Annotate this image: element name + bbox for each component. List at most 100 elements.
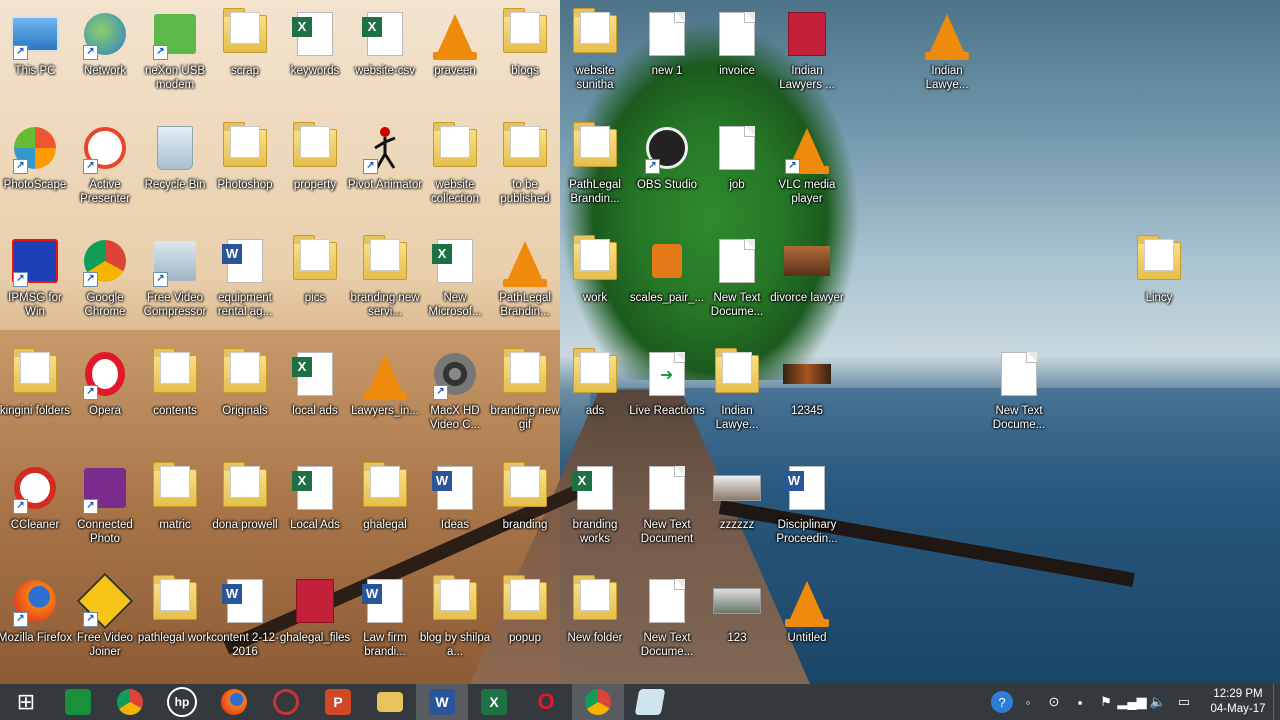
desktop-icon-google-chrome[interactable]: ↗ Google Chrome <box>70 235 140 345</box>
taskbar-hp[interactable]: hp <box>156 684 208 720</box>
desktop-icon-pathlegal-work[interactable]: pathlegal work <box>138 575 212 684</box>
desktop-icon-contents[interactable]: contents <box>140 348 210 458</box>
desktop-icon-blog-by-shilpa[interactable]: blog by shilpa a... <box>420 575 490 684</box>
desktop-icon-scales-pair[interactable]: scales_pair_... <box>630 235 704 345</box>
desktop-icon-local-ads[interactable]: X Local Ads <box>280 462 350 572</box>
desktop-icon-blogs[interactable]: blogs <box>490 8 560 118</box>
desktop-icon-to-be-published[interactable]: to be published <box>490 122 560 232</box>
tray-expand-icon[interactable]: ◦ <box>1017 691 1039 713</box>
desktop-icon-new-folder[interactable]: New folder <box>560 575 630 684</box>
desktop-icon-photoscape[interactable]: ↗ PhotoScape <box>0 122 70 232</box>
desktop-icon-branding-works[interactable]: X branding works <box>560 462 630 572</box>
desktop-icon-keywords[interactable]: X keywords <box>280 8 350 118</box>
desktop-icon-ghalegal[interactable]: ghalegal <box>350 462 420 572</box>
desktop-icon-indian-lawye-vlc[interactable]: Indian Lawye... <box>912 8 982 118</box>
desktop-icon-indian-lawye-folder[interactable]: Indian Lawye... <box>702 348 772 458</box>
desktop-icon-equipment-rental[interactable]: W equipment rental ag... <box>210 235 280 345</box>
desktop-icon-this-pc[interactable]: ↗ This PC <box>0 8 70 118</box>
desktop-icon-ipmsg[interactable]: ↗ IPMSG for Win <box>0 235 70 345</box>
desktop-icon-zzzzzz[interactable]: zzzzzz <box>702 462 772 572</box>
desktop-icon-scrap[interactable]: scrap <box>210 8 280 118</box>
desktop-icon-pivot-animator[interactable]: ↗ Pivot Animator <box>348 122 422 232</box>
taskbar-firefox[interactable] <box>208 684 260 720</box>
desktop[interactable]: ↗ This PC ↗ Network ↗ neXon USB modem sc… <box>0 0 1280 684</box>
desktop-icon-kingini-folders[interactable]: kingini folders <box>0 348 70 458</box>
network-signal-icon[interactable]: ▂▄▆ <box>1117 691 1146 713</box>
taskbar-chrome[interactable] <box>104 684 156 720</box>
desktop-icon-123[interactable]: 123 <box>702 575 772 684</box>
desktop-icon-ideas[interactable]: W Ideas <box>420 462 490 572</box>
desktop-icon-12345[interactable]: 12345 <box>772 348 842 458</box>
desktop-icon-new-microsoft[interactable]: X New Microsof... <box>420 235 490 345</box>
desktop-icon-branding[interactable]: branding <box>490 462 560 572</box>
desktop-icon-new-text-document-2[interactable]: New Text Docume... <box>984 348 1054 458</box>
volume-icon[interactable]: 🔈 <box>1147 691 1169 713</box>
app-tray-icon[interactable]: ▪ <box>1069 691 1091 713</box>
desktop-icon-untitled[interactable]: Untitled <box>772 575 842 684</box>
taskbar-file-explorer[interactable] <box>364 684 416 720</box>
desktop-icon-work[interactable]: work <box>560 235 630 345</box>
desktop-icon-active-presenter[interactable]: ↗ Active Presenter <box>70 122 140 232</box>
desktop-icon-website-sunitha[interactable]: website sunitha <box>560 8 630 118</box>
desktop-icon-lincy[interactable]: Lincy <box>1124 235 1194 345</box>
desktop-icon-vlc-media-player[interactable]: ↗ VLC media player <box>772 122 842 232</box>
desktop-icon-praveen[interactable]: praveen <box>420 8 490 118</box>
desktop-icon-network[interactable]: ↗ Network <box>70 8 140 118</box>
desktop-icon-recycle-bin[interactable]: Recycle Bin <box>140 122 210 232</box>
desktop-icon-opera[interactable]: ↗ Opera <box>70 348 140 458</box>
desktop-icon-live-reactions[interactable]: ➜ Live Reactions <box>629 348 705 458</box>
desktop-icon-new-text-document-3[interactable]: New Text Document <box>632 462 702 572</box>
taskbar-opera[interactable]: O <box>520 684 572 720</box>
taskbar-excel[interactable]: X <box>468 684 520 720</box>
desktop-icon-popup[interactable]: popup <box>490 575 560 684</box>
desktop-icon-free-video-compressor[interactable]: ↗ Free Video Compressor <box>140 235 210 345</box>
taskbar-chrome-2[interactable] <box>572 684 624 720</box>
desktop-icon-photoshop[interactable]: Photoshop <box>210 122 280 232</box>
desktop-icon-law-firm-branding[interactable]: W Law firm brandi... <box>350 575 420 684</box>
taskbar-recorder[interactable] <box>260 684 312 720</box>
desktop-icon-pathlegal-branding-vlc[interactable]: PathLegal Brandin... <box>490 235 560 345</box>
taskbar-powerpoint[interactable]: P <box>312 684 364 720</box>
flag-icon[interactable]: ⚑ <box>1095 691 1117 713</box>
desktop-icon-ghalegal-files[interactable]: ghalegal_files <box>280 575 350 684</box>
desktop-icon-new-1[interactable]: new 1 <box>632 8 702 118</box>
desktop-icon-connected-photo[interactable]: ↗ Connected Photo <box>70 462 140 572</box>
desktop-icon-local-ads-xls[interactable]: X local ads <box>280 348 350 458</box>
help-icon[interactable]: ? <box>991 691 1013 713</box>
desktop-icon-lawyers-in[interactable]: Lawyers_in... <box>350 348 420 458</box>
desktop-icon-invoice[interactable]: invoice <box>702 8 772 118</box>
desktop-icon-content-2-12-2016[interactable]: W content 2-12-2016 <box>210 575 280 684</box>
desktop-icon-mozilla-firefox[interactable]: ↗ Mozilla Firefox <box>0 575 72 684</box>
desktop-icon-pathlegal-branding[interactable]: PathLegal Brandin... <box>560 122 630 232</box>
desktop-icon-indian-lawyers[interactable]: Indian Lawyers ... <box>772 8 842 118</box>
desktop-icon-ads[interactable]: ads <box>560 348 630 458</box>
desktop-icon-new-text-document-4[interactable]: New Text Docume... <box>632 575 702 684</box>
start-button[interactable]: ⊞ <box>0 684 52 720</box>
desktop-icon-website-collection[interactable]: website collection <box>420 122 490 232</box>
desktop-icon-originals[interactable]: Originals <box>210 348 280 458</box>
clock[interactable]: 12:29 PM 04-May-17 <box>1203 687 1273 717</box>
screen-record-icon[interactable]: ⊙ <box>1043 691 1065 713</box>
desktop-icon-divorce-lawyer[interactable]: divorce lawyer <box>770 235 844 345</box>
desktop-icon-new-text-document-1[interactable]: New Text Docume... <box>702 235 772 345</box>
desktop-icon-obs-studio[interactable]: ↗ OBS Studio <box>632 122 702 232</box>
desktop-icon-nexon-usb-modem[interactable]: ↗ neXon USB modem <box>140 8 210 118</box>
desktop-icon-ccleaner[interactable]: ↗ CCleaner <box>0 462 70 572</box>
opera-icon: O <box>537 689 555 714</box>
taskbar-notepad[interactable] <box>624 684 676 720</box>
desktop-icon-free-video-joiner[interactable]: ↗ Free Video Joiner <box>70 572 140 684</box>
desktop-icon-pics[interactable]: pics <box>280 235 350 345</box>
desktop-icon-dona-prowell[interactable]: dona prowell <box>210 462 280 572</box>
desktop-icon-disciplinary-proceedings[interactable]: W Disciplinary Proceedin... <box>772 462 842 572</box>
desktop-icon-matric[interactable]: matric <box>140 462 210 572</box>
desktop-icon-website-csv[interactable]: X website-csv <box>350 8 420 118</box>
taskbar-store[interactable] <box>52 684 104 720</box>
desktop-icon-macx-hd-video[interactable]: ↗ MacX HD Video C... <box>420 348 490 458</box>
desktop-icon-branding-new-servi[interactable]: branding new servi... <box>350 235 420 345</box>
battery-icon[interactable]: ▭ <box>1173 691 1195 713</box>
show-desktop-button[interactable] <box>1273 684 1280 720</box>
desktop-icon-job[interactable]: job <box>702 122 772 232</box>
taskbar-word[interactable]: W <box>416 684 468 720</box>
desktop-icon-property[interactable]: property <box>280 122 350 232</box>
desktop-icon-branding-new-gif[interactable]: branding new gif <box>490 348 560 458</box>
